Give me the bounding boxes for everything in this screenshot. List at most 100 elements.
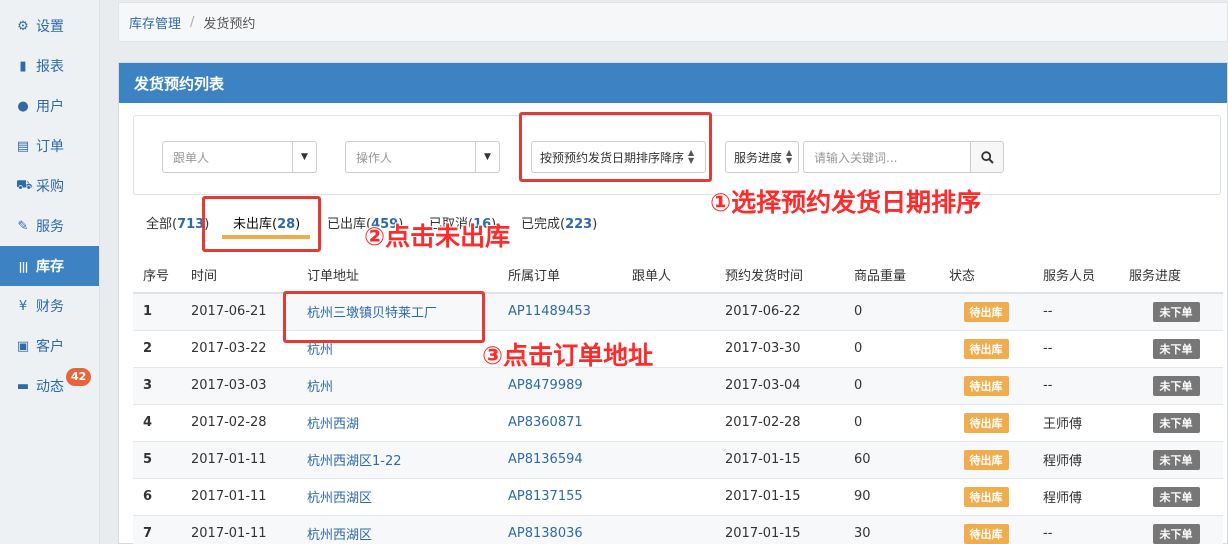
search-input[interactable]: 请输入关键词... xyxy=(803,141,971,173)
table-row: 6 2017-01-11 杭州西湖区 AP8137155 2017-01-15 … xyxy=(133,477,1223,515)
row-staff: -- xyxy=(1023,329,1129,367)
caret-down-icon: ▼ xyxy=(475,142,499,172)
list-icon: ▤ xyxy=(16,138,30,154)
tab-completed[interactable]: 已完成(223) xyxy=(521,213,597,232)
col-progress: 服务进度 xyxy=(1129,256,1223,294)
row-follower xyxy=(632,440,725,478)
row-ship-time: 2017-06-22 xyxy=(725,292,854,330)
address-link[interactable]: 杭州西湖区 xyxy=(307,528,372,543)
row-staff: 程师傅 xyxy=(1023,477,1129,515)
sidebar-item-users[interactable]: ● 用户 xyxy=(0,86,99,126)
breadcrumb: 库存管理 / 发货预约 xyxy=(118,2,1228,42)
search-icon xyxy=(980,150,994,164)
col-time: 时间 xyxy=(191,256,307,294)
row-ship-time: 2017-03-30 xyxy=(725,329,854,367)
tab-pending[interactable]: 未出库(28) xyxy=(233,213,300,232)
sort-select[interactable]: 按预预约发货日期排序降序 ▲ ▼ xyxy=(531,141,706,173)
row-ship-time: 2017-03-04 xyxy=(725,366,854,404)
tab-pending-count: 28 xyxy=(277,217,296,232)
progress-value: 服务进度 xyxy=(734,150,783,165)
table-row: 7 2017-01-11 杭州西湖区 AP8138036 2017-01-15 … xyxy=(133,514,1223,544)
col-address: 订单地址 xyxy=(307,256,508,294)
address-link[interactable]: 杭州 xyxy=(307,343,333,358)
breadcrumb-inventory-link[interactable]: 库存管理 xyxy=(129,13,181,32)
address-link[interactable]: 杭州三墩镇贝特莱工厂 xyxy=(307,306,437,321)
operator-select[interactable]: 操作人 ▼ xyxy=(345,141,500,173)
address-link[interactable]: 杭州西湖区1-22 xyxy=(307,454,402,469)
status-badge: 待出库 xyxy=(963,523,1009,544)
tab-all-count: 713 xyxy=(177,217,205,232)
row-time: 2017-03-22 xyxy=(191,329,307,367)
sidebar-item-settings[interactable]: ⚙ 设置 xyxy=(0,6,99,46)
order-link[interactable]: AP8360871 xyxy=(508,415,583,430)
status-badge: 待出库 xyxy=(963,412,1009,433)
col-order: 所属订单 xyxy=(508,256,632,294)
status-badge: 待出库 xyxy=(963,338,1009,359)
col-ship-time: 预约发货时间 xyxy=(725,256,854,294)
sidebar-item-activity[interactable]: ▬ 动态 42 xyxy=(0,366,99,406)
order-link[interactable]: AP11489453 xyxy=(508,304,591,319)
row-weight: 0 xyxy=(854,292,949,330)
row-index: 6 xyxy=(133,477,191,515)
sort-value: 按预预约发货日期排序降序 xyxy=(540,150,685,165)
operator-placeholder: 操作人 xyxy=(356,150,393,165)
address-link[interactable]: 杭州西湖区 xyxy=(307,491,372,506)
address-link[interactable]: 杭州西湖 xyxy=(307,417,359,432)
cart-icon: ⛟ xyxy=(16,177,33,193)
wrench-icon: ✎ xyxy=(17,218,29,234)
row-follower xyxy=(632,514,725,544)
sidebar-item-service[interactable]: ✎ 服务 xyxy=(0,206,99,246)
orders-table: 序号 时间 订单地址 所属订单 跟单人 预约发货时间 商品重量 状态 服务人员 … xyxy=(133,256,1223,544)
tab-all-close: ) xyxy=(204,217,210,232)
tab-pending-close: ) xyxy=(295,217,301,232)
row-index: 3 xyxy=(133,366,191,404)
tab-all[interactable]: 全部(713) xyxy=(146,213,209,232)
progress-badge: 未下单 xyxy=(1152,301,1200,322)
row-ship-time: 2017-01-15 xyxy=(725,477,854,515)
row-weight: 0 xyxy=(854,366,949,404)
sidebar-item-customers[interactable]: ▣ 客户 xyxy=(0,326,99,366)
follower-select[interactable]: 跟单人 ▼ xyxy=(162,141,317,173)
gear-icon: ⚙ xyxy=(17,18,29,34)
row-weight: 60 xyxy=(854,440,949,478)
status-badge: 待出库 xyxy=(963,449,1009,470)
progress-badge: 未下单 xyxy=(1152,412,1200,433)
sidebar-item-label: 服务 xyxy=(36,219,64,235)
status-badge: 待出库 xyxy=(963,301,1009,322)
sidebar-item-label: 报表 xyxy=(36,59,64,75)
col-index: 序号 xyxy=(133,256,191,294)
row-index: 1 xyxy=(133,292,191,330)
progress-badge: 未下单 xyxy=(1152,375,1200,396)
order-link[interactable]: AP8136594 xyxy=(508,452,583,467)
order-link[interactable]: AP8479989 xyxy=(508,378,583,393)
updown-icon: ▲ ▼ xyxy=(786,148,793,165)
annotation-step-2: ②点击未出库 xyxy=(364,222,511,251)
row-follower xyxy=(632,403,725,441)
sidebar-item-purchase[interactable]: ⛟ 采购 xyxy=(0,166,99,206)
row-time: 2017-02-28 xyxy=(191,403,307,441)
search-placeholder: 请输入关键词... xyxy=(814,150,898,165)
sidebar-item-inventory[interactable]: ||| 库存 xyxy=(0,246,99,286)
search-button[interactable] xyxy=(970,141,1004,173)
tab-completed-count: 223 xyxy=(565,217,593,232)
table-row: 5 2017-01-11 杭州西湖区1-22 AP8136594 2017-01… xyxy=(133,440,1223,478)
address-link[interactable]: 杭州 xyxy=(307,380,333,395)
user-icon: ● xyxy=(17,98,29,114)
row-follower xyxy=(632,292,725,330)
sidebar-item-reports[interactable]: ▮ 报表 xyxy=(0,46,99,86)
table-row: 3 2017-03-03 杭州 AP8479989 2017-03-04 0 待… xyxy=(133,366,1223,404)
row-time: 2017-03-03 xyxy=(191,366,307,404)
sidebar-item-orders[interactable]: ▤ 订单 xyxy=(0,126,99,166)
comment-icon: ▬ xyxy=(16,378,30,394)
sidebar-item-finance[interactable]: ¥ 财务 xyxy=(0,286,99,326)
breadcrumb-separator: / xyxy=(190,14,195,30)
row-ship-time: 2017-02-28 xyxy=(725,403,854,441)
tab-all-label: 全部( xyxy=(146,217,178,232)
progress-select[interactable]: 服务进度 ▲ ▼ xyxy=(725,141,799,173)
order-link[interactable]: AP8137155 xyxy=(508,489,583,504)
annotation-step-1: ①选择预约发货日期排序 xyxy=(710,188,982,217)
order-link[interactable]: AP8138036 xyxy=(508,526,583,541)
annotation-step-3: ③点击订单地址 xyxy=(482,341,654,370)
sidebar-item-label: 采购 xyxy=(36,179,64,195)
row-index: 2 xyxy=(133,329,191,367)
